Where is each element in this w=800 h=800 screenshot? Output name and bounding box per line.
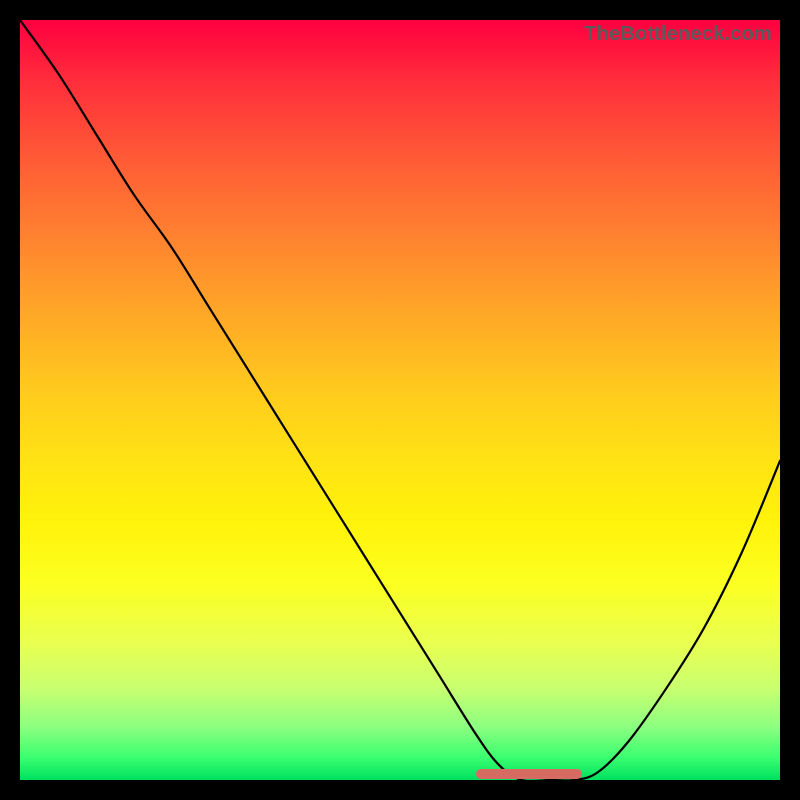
bottleneck-curve <box>20 20 780 780</box>
plot-area: TheBottleneck.com <box>20 20 780 780</box>
chart-frame: TheBottleneck.com <box>0 0 800 800</box>
curve-path <box>20 20 780 780</box>
optimal-range-highlight <box>476 769 582 779</box>
